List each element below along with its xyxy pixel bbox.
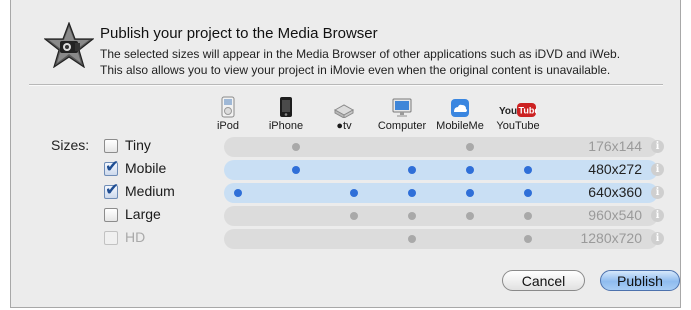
device-label-appletv: ●tv <box>336 120 352 132</box>
size-row-tiny: Tiny 176x144 i <box>104 137 674 157</box>
checkbox-medium[interactable]: ✔ <box>104 180 119 199</box>
device-column-appletv: ●tv <box>315 96 373 132</box>
device-dot-iphone <box>292 143 300 151</box>
device-dot-mobileme <box>466 166 474 174</box>
device-dot-computer <box>408 166 416 174</box>
device-label-computer: Computer <box>377 120 427 132</box>
info-icon[interactable]: i <box>651 140 664 153</box>
device-dot-youtube <box>524 189 532 197</box>
device-dot-appletv <box>350 212 358 220</box>
description-line-2: This also allows you to view your projec… <box>100 63 611 77</box>
device-dot-mobileme <box>466 212 474 220</box>
device-dot-youtube <box>524 235 532 243</box>
device-label-mobileme: MobileMe <box>436 120 484 132</box>
checkbox-mobile[interactable]: ✔ <box>104 157 119 176</box>
apple-tv-icon <box>333 104 355 118</box>
size-label-hd: HD <box>125 229 146 245</box>
sizes-label: Sizes: <box>51 137 90 153</box>
header-divider <box>29 84 663 86</box>
publish-sheet: Publish your project to the Media Browse… <box>10 0 681 308</box>
device-dot-mobileme <box>466 143 474 151</box>
resolution-medium: 640x360 <box>588 184 642 200</box>
device-column-computer: Computer <box>373 96 431 132</box>
info-icon[interactable]: i <box>651 232 664 245</box>
size-row-mobile: ✔ Mobile 480x272 i <box>104 157 674 180</box>
svg-text:You: You <box>499 106 517 117</box>
device-dot-ipod <box>234 189 242 197</box>
size-row-medium: ✔ Medium 640x360 i <box>104 180 674 203</box>
computer-icon <box>392 98 412 117</box>
resolution-large: 960x540 <box>588 207 642 223</box>
size-label-large[interactable]: Large <box>125 206 161 222</box>
device-dot-computer <box>408 189 416 197</box>
description-line-1: The selected sizes will appear in the Me… <box>100 47 621 61</box>
device-label-iphone: iPhone <box>268 120 304 132</box>
size-label-mobile[interactable]: Mobile <box>125 160 166 176</box>
device-dot-appletv <box>350 189 358 197</box>
size-label-medium[interactable]: Medium <box>125 183 175 199</box>
checkmark-icon: ✔ <box>105 180 120 199</box>
device-dot-mobileme <box>466 189 474 197</box>
device-column-youtube: You Tube YouTube <box>489 96 547 132</box>
device-dot-computer <box>408 212 416 220</box>
device-dot-youtube <box>524 212 532 220</box>
svg-text:Tube: Tube <box>519 106 538 116</box>
dialog-title: Publish your project to the Media Browse… <box>100 25 378 42</box>
ipod-icon <box>221 96 235 118</box>
device-dot-computer <box>408 235 416 243</box>
device-dot-iphone <box>292 166 300 174</box>
size-label-tiny[interactable]: Tiny <box>125 137 151 153</box>
info-icon[interactable]: i <box>651 186 664 199</box>
resolution-hd: 1280x720 <box>580 230 642 246</box>
resolution-tiny: 176x144 <box>588 138 642 154</box>
size-row-large: Large 960x540 i <box>104 206 674 226</box>
device-column-ipod: iPod <box>199 96 257 132</box>
device-dot-youtube <box>524 166 532 174</box>
mobileme-icon <box>451 99 469 117</box>
dialog-description: The selected sizes will appear in the Me… <box>100 46 620 78</box>
iphone-icon <box>280 97 292 117</box>
info-icon[interactable]: i <box>651 209 664 222</box>
imovie-star-icon <box>44 22 94 68</box>
checkbox-large[interactable] <box>104 208 118 222</box>
youtube-icon: You Tube <box>499 103 538 117</box>
publish-button[interactable]: Publish <box>600 270 680 291</box>
info-icon[interactable]: i <box>651 163 664 176</box>
resolution-mobile: 480x272 <box>588 161 642 177</box>
checkbox-hd <box>104 231 118 245</box>
device-column-iphone: iPhone <box>257 96 315 132</box>
size-row-hd: HD 1280x720 i <box>104 229 674 249</box>
checkmark-icon: ✔ <box>105 157 120 176</box>
device-label-ipod: iPod <box>216 120 240 132</box>
checkbox-tiny[interactable] <box>104 139 118 153</box>
cancel-button[interactable]: Cancel <box>502 270 585 291</box>
device-label-youtube: YouTube <box>496 120 540 132</box>
device-column-mobileme: MobileMe <box>431 96 489 132</box>
